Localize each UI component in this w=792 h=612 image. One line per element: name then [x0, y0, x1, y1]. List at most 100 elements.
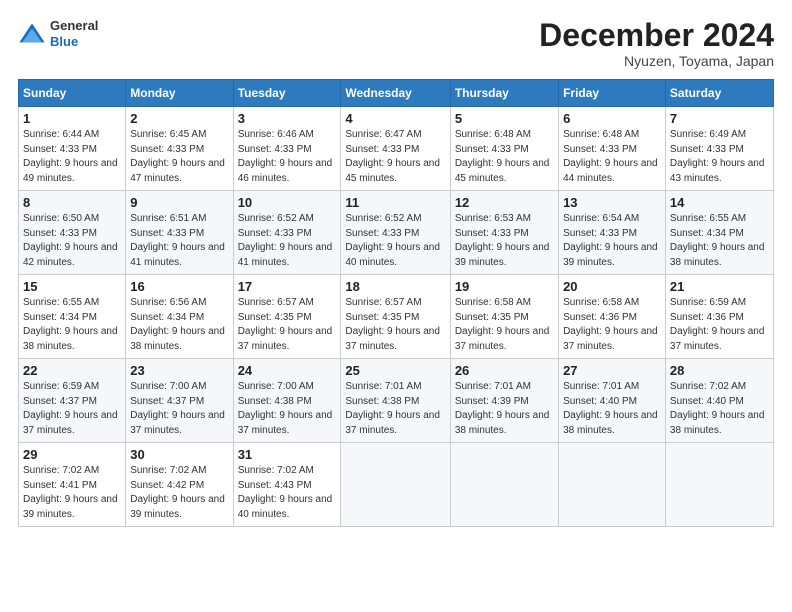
calendar-body: 1 Sunrise: 6:44 AMSunset: 4:33 PMDaylight…: [19, 107, 774, 527]
day-info: Sunrise: 7:00 AMSunset: 4:38 PMDaylight:…: [238, 380, 337, 438]
calendar-cell: 31 Sunrise: 7:02 AMSunset: 4:43 PMDayligh…: [233, 443, 341, 527]
calendar-cell: 25 Sunrise: 7:01 AMSunset: 4:38 PMDayligh…: [341, 359, 450, 443]
title-block: December 2024 Nyuzen, Toyama, Japan: [539, 18, 774, 69]
day-info: Sunrise: 7:00 AMSunset: 4:37 PMDaylight:…: [130, 380, 228, 438]
day-number: 17: [238, 279, 337, 294]
calendar-cell: [665, 443, 773, 527]
day-number: 21: [670, 279, 769, 294]
calendar-cell: 19 Sunrise: 6:58 AMSunset: 4:35 PMDayligh…: [450, 275, 558, 359]
page: General Blue December 2024 Nyuzen, Toyam…: [0, 0, 792, 612]
header: General Blue December 2024 Nyuzen, Toyam…: [18, 18, 774, 69]
day-number: 25: [345, 363, 445, 378]
day-number: 14: [670, 195, 769, 210]
calendar-cell: 14 Sunrise: 6:55 AMSunset: 4:34 PMDayligh…: [665, 191, 773, 275]
calendar-cell: [450, 443, 558, 527]
month-title: December 2024: [539, 18, 774, 53]
logo: General Blue: [18, 18, 98, 49]
calendar-cell: [341, 443, 450, 527]
calendar-cell: 16 Sunrise: 6:56 AMSunset: 4:34 PMDayligh…: [126, 275, 233, 359]
day-info: Sunrise: 6:56 AMSunset: 4:34 PMDaylight:…: [130, 296, 228, 354]
day-number: 11: [345, 195, 445, 210]
day-number: 1: [23, 111, 121, 126]
day-info: Sunrise: 7:02 AMSunset: 4:43 PMDaylight:…: [238, 464, 337, 522]
day-info: Sunrise: 6:45 AMSunset: 4:33 PMDaylight:…: [130, 128, 228, 186]
day-info: Sunrise: 6:46 AMSunset: 4:33 PMDaylight:…: [238, 128, 337, 186]
day-number: 24: [238, 363, 337, 378]
location: Nyuzen, Toyama, Japan: [539, 53, 774, 69]
calendar-cell: 18 Sunrise: 6:57 AMSunset: 4:35 PMDayligh…: [341, 275, 450, 359]
logo-blue: Blue: [50, 34, 98, 50]
day-number: 10: [238, 195, 337, 210]
day-number: 4: [345, 111, 445, 126]
calendar-cell: 26Sunrise: 7:01 AMSunset: 4:39 PMDayligh…: [450, 359, 558, 443]
day-number: 13: [563, 195, 661, 210]
day-info: Sunrise: 6:48 AMSunset: 4:33 PMDaylight:…: [563, 128, 661, 186]
calendar-cell: 9 Sunrise: 6:51 AMSunset: 4:33 PMDaylight…: [126, 191, 233, 275]
day-info: Sunrise: 7:01 AMSunset: 4:38 PMDaylight:…: [345, 380, 445, 438]
day-number: 6: [563, 111, 661, 126]
day-number: 27: [563, 363, 661, 378]
day-number: 31: [238, 447, 337, 462]
day-info: Sunrise: 7:02 AMSunset: 4:42 PMDaylight:…: [130, 464, 228, 522]
day-number: 26: [455, 363, 554, 378]
day-number: 18: [345, 279, 445, 294]
day-number: 8: [23, 195, 121, 210]
day-info: Sunrise: 7:02 AMSunset: 4:40 PMDaylight:…: [670, 380, 769, 438]
calendar-cell: 24 Sunrise: 7:00 AMSunset: 4:38 PMDayligh…: [233, 359, 341, 443]
calendar-cell: 5 Sunrise: 6:48 AMSunset: 4:33 PMDaylight…: [450, 107, 558, 191]
day-info: Sunrise: 6:51 AMSunset: 4:33 PMDaylight:…: [130, 212, 228, 270]
day-info: Sunrise: 6:55 AMSunset: 4:34 PMDaylight:…: [23, 296, 121, 354]
calendar-cell: 20Sunrise: 6:58 AMSunset: 4:36 PMDayligh…: [559, 275, 666, 359]
calendar-cell: 4Sunrise: 6:47 AMSunset: 4:33 PMDaylight…: [341, 107, 450, 191]
day-number: 23: [130, 363, 228, 378]
day-info: Sunrise: 6:52 AMSunset: 4:33 PMDaylight:…: [238, 212, 337, 270]
day-info: Sunrise: 6:44 AMSunset: 4:33 PMDaylight:…: [23, 128, 121, 186]
day-info: Sunrise: 6:49 AMSunset: 4:33 PMDaylight:…: [670, 128, 769, 186]
calendar-cell: 29 Sunrise: 7:02 AMSunset: 4:41 PMDayligh…: [19, 443, 126, 527]
calendar-cell: 23 Sunrise: 7:00 AMSunset: 4:37 PMDayligh…: [126, 359, 233, 443]
calendar-cell: 28 Sunrise: 7:02 AMSunset: 4:40 PMDayligh…: [665, 359, 773, 443]
day-number: 16: [130, 279, 228, 294]
col-saturday: Saturday: [665, 80, 773, 107]
day-info: Sunrise: 6:48 AMSunset: 4:33 PMDaylight:…: [455, 128, 554, 186]
calendar-cell: [559, 443, 666, 527]
day-info: Sunrise: 6:55 AMSunset: 4:34 PMDaylight:…: [670, 212, 769, 270]
day-info: Sunrise: 7:01 AMSunset: 4:40 PMDaylight:…: [563, 380, 661, 438]
day-info: Sunrise: 6:52 AMSunset: 4:33 PMDaylight:…: [345, 212, 445, 270]
col-monday: Monday: [126, 80, 233, 107]
day-number: 5: [455, 111, 554, 126]
day-info: Sunrise: 6:53 AMSunset: 4:33 PMDaylight:…: [455, 212, 554, 270]
calendar-cell: 1 Sunrise: 6:44 AMSunset: 4:33 PMDaylight…: [19, 107, 126, 191]
calendar-cell: 7 Sunrise: 6:49 AMSunset: 4:33 PMDaylight…: [665, 107, 773, 191]
calendar-cell: 8Sunrise: 6:50 AMSunset: 4:33 PMDaylight…: [19, 191, 126, 275]
logo-text: General Blue: [50, 18, 98, 49]
col-tuesday: Tuesday: [233, 80, 341, 107]
day-info: Sunrise: 6:54 AMSunset: 4:33 PMDaylight:…: [563, 212, 661, 270]
day-info: Sunrise: 6:58 AMSunset: 4:35 PMDaylight:…: [455, 296, 554, 354]
day-number: 22: [23, 363, 121, 378]
calendar-week-row: 15 Sunrise: 6:55 AMSunset: 4:34 PMDayligh…: [19, 275, 774, 359]
logo-general: General: [50, 18, 98, 34]
day-number: 20: [563, 279, 661, 294]
col-wednesday: Wednesday: [341, 80, 450, 107]
day-info: Sunrise: 6:57 AMSunset: 4:35 PMDaylight:…: [238, 296, 337, 354]
day-number: 19: [455, 279, 554, 294]
day-info: Sunrise: 6:57 AMSunset: 4:35 PMDaylight:…: [345, 296, 445, 354]
logo-icon: [18, 20, 46, 48]
calendar-cell: 17 Sunrise: 6:57 AMSunset: 4:35 PMDayligh…: [233, 275, 341, 359]
day-number: 7: [670, 111, 769, 126]
day-number: 9: [130, 195, 228, 210]
calendar-week-row: 8Sunrise: 6:50 AMSunset: 4:33 PMDaylight…: [19, 191, 774, 275]
calendar-cell: 30Sunrise: 7:02 AMSunset: 4:42 PMDayligh…: [126, 443, 233, 527]
day-number: 15: [23, 279, 121, 294]
day-number: 29: [23, 447, 121, 462]
day-info: Sunrise: 6:59 AMSunset: 4:37 PMDaylight:…: [23, 380, 121, 438]
calendar-cell: 13 Sunrise: 6:54 AMSunset: 4:33 PMDayligh…: [559, 191, 666, 275]
calendar-cell: 15 Sunrise: 6:55 AMSunset: 4:34 PMDayligh…: [19, 275, 126, 359]
day-number: 28: [670, 363, 769, 378]
calendar-cell: 21Sunrise: 6:59 AMSunset: 4:36 PMDayligh…: [665, 275, 773, 359]
day-info: Sunrise: 7:02 AMSunset: 4:41 PMDaylight:…: [23, 464, 121, 522]
calendar-cell: 3Sunrise: 6:46 AMSunset: 4:33 PMDaylight…: [233, 107, 341, 191]
day-number: 12: [455, 195, 554, 210]
calendar-header: Sunday Monday Tuesday Wednesday Thursday…: [19, 80, 774, 107]
